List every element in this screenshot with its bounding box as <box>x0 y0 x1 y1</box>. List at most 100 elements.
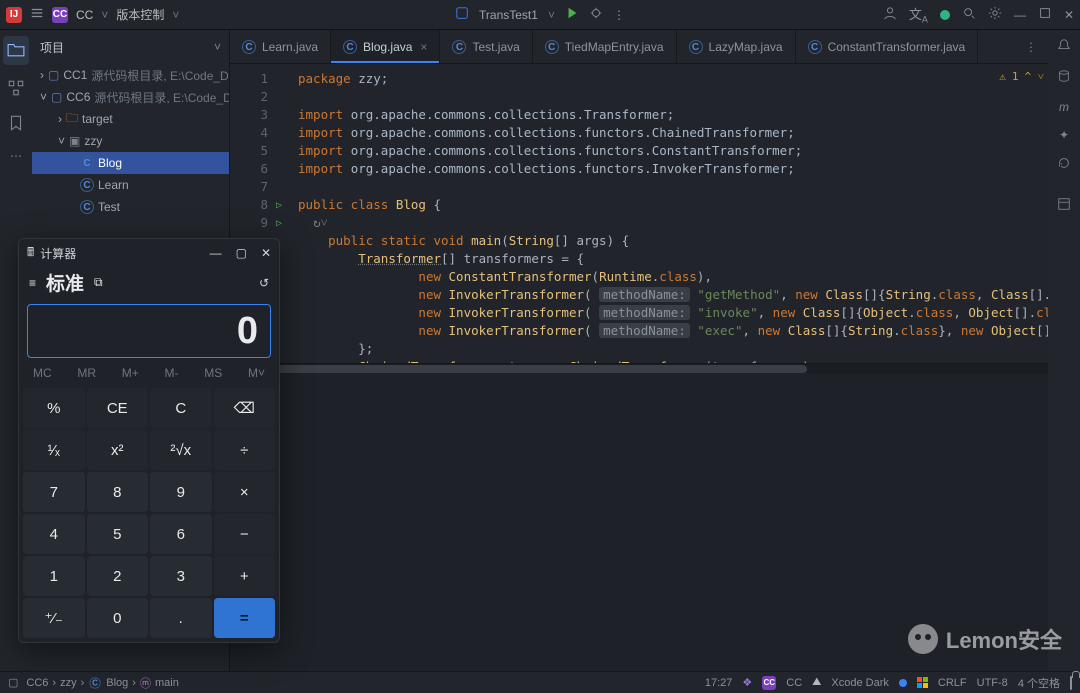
tab-constanttransformer[interactable]: CConstantTransformer.java <box>796 30 979 63</box>
tree-item-learn[interactable]: C Learn <box>32 174 229 196</box>
calc-key[interactable]: % <box>23 388 85 428</box>
calculator-keypad: %CEC⌫ ¹⁄ₓx²²√x÷ 789× 456− 123+ ⁺⁄₋0.= <box>19 384 279 642</box>
tab-learn[interactable]: CLearn.java <box>230 30 331 63</box>
calc-key[interactable]: 8 <box>87 472 149 512</box>
calculator-window[interactable]: 🖩 计算器 — ▢ ✕ ≡ 标准 ⧉ ↺ 0 MC MR M+ M- MS M˅ %CEC… <box>18 238 280 643</box>
calc-key[interactable]: ÷ <box>214 430 276 470</box>
bookmark-icon[interactable] <box>7 114 25 135</box>
chevron-down-icon[interactable]: ˅ <box>548 8 555 22</box>
status-theme[interactable]: Xcode Dark <box>831 677 888 689</box>
history-icon[interactable]: ↺ <box>259 276 269 290</box>
keep-on-top-icon[interactable]: ⧉ <box>94 275 103 290</box>
calc-key[interactable]: ¹⁄ₓ <box>23 430 85 470</box>
more-icon[interactable]: ⋯ <box>10 149 22 163</box>
lock-icon[interactable] <box>1070 677 1072 689</box>
class-icon: C <box>80 156 94 170</box>
layout-icon[interactable] <box>1057 197 1071 214</box>
vcs-menu[interactable]: 版本控制 <box>116 6 164 23</box>
horizontal-scrollbar[interactable] <box>230 363 1048 373</box>
ai-icon[interactable]: ✦ <box>1059 128 1069 142</box>
run-config-name[interactable]: TransTest1 <box>479 8 538 22</box>
database-icon[interactable] <box>1057 69 1071 86</box>
settings-icon[interactable] <box>988 6 1002 23</box>
calc-key[interactable]: . <box>150 598 212 638</box>
calc-key[interactable]: 9 <box>150 472 212 512</box>
code-content[interactable]: package zzy; import org.apache.commons.c… <box>276 64 1048 363</box>
cpu-icon[interactable]: ❖ <box>742 676 752 689</box>
tab-tiedmapentry[interactable]: CTiedMapEntry.java <box>533 30 677 63</box>
user-icon[interactable] <box>883 6 897 23</box>
calculator-mode: 标准 <box>46 269 84 296</box>
status-crlf[interactable]: CRLF <box>938 677 967 689</box>
close-icon[interactable]: ✕ <box>261 246 271 260</box>
calc-key[interactable]: CE <box>87 388 149 428</box>
more-icon[interactable]: ⋮ <box>613 8 625 22</box>
folder-icon[interactable] <box>3 36 29 65</box>
calc-key[interactable]: 4 <box>23 514 85 554</box>
watermark: Lemon安全 <box>908 623 1062 655</box>
hamburger-icon[interactable] <box>30 6 44 23</box>
calc-mem-m-[interactable]: M- <box>165 366 179 380</box>
status-indent[interactable]: 4 个空格 <box>1018 675 1060 691</box>
calc-key[interactable]: 1 <box>23 556 85 596</box>
calc-mem-ms[interactable]: MS <box>204 366 222 380</box>
tab-blog[interactable]: CBlog.java× <box>331 30 440 63</box>
calculator-titlebar[interactable]: 🖩 计算器 — ▢ ✕ <box>19 239 279 267</box>
tab-lazymap[interactable]: CLazyMap.java <box>677 30 796 63</box>
calc-key[interactable]: 0 <box>87 598 149 638</box>
inspection-status[interactable]: ⚠ 1 ^ ˅ <box>999 70 1044 83</box>
close-icon[interactable]: × <box>420 40 427 54</box>
minimize-icon[interactable]: — <box>1014 8 1026 22</box>
calc-mem-m˅[interactable]: M˅ <box>248 366 265 380</box>
tree-item-zzy[interactable]: ˅▣ zzy <box>32 130 229 152</box>
cc-badge-icon: CC <box>762 676 776 690</box>
structure-icon[interactable] <box>7 79 25 100</box>
chevron-down-icon[interactable]: ˅ <box>214 40 221 54</box>
code-area[interactable]: ⚠ 1 ^ ˅ 12345678▷9▷ package zzy; import … <box>230 64 1048 363</box>
calc-key[interactable]: ⌫ <box>214 388 276 428</box>
calc-mem-mr[interactable]: MR <box>77 366 96 380</box>
close-icon[interactable]: ✕ <box>1064 8 1074 22</box>
calc-key[interactable]: ⁺⁄₋ <box>23 598 85 638</box>
calc-key[interactable]: 7 <box>23 472 85 512</box>
search-icon[interactable] <box>962 6 976 23</box>
translate-icon[interactable]: 文A <box>909 4 928 25</box>
status-encoding[interactable]: UTF-8 <box>977 677 1008 689</box>
history-icon[interactable] <box>1057 156 1071 173</box>
calc-key[interactable]: 3 <box>150 556 212 596</box>
tree-item-test[interactable]: C Test <box>32 196 229 218</box>
chevron-down-icon[interactable]: ˅ <box>101 8 108 22</box>
tree-item-cc1[interactable]: ›▢ CC1 源代码根目录, E:\Code_Da <box>32 64 229 86</box>
status-dot-icon[interactable] <box>940 10 950 20</box>
calc-key[interactable]: × <box>214 472 276 512</box>
calc-key[interactable]: 6 <box>150 514 212 554</box>
status-cc[interactable]: CC <box>786 677 802 689</box>
calc-key[interactable]: 2 <box>87 556 149 596</box>
tree-item-cc6[interactable]: ˅▢ CC6 源代码根目录, E:\Code_Da <box>32 86 229 108</box>
calc-key[interactable]: ²√x <box>150 430 212 470</box>
maximize-icon[interactable]: ▢ <box>236 246 247 260</box>
maven-icon[interactable]: m <box>1059 100 1069 114</box>
maximize-icon[interactable] <box>1038 6 1052 23</box>
calc-mem-m+[interactable]: M+ <box>122 366 139 380</box>
minimize-icon[interactable]: — <box>210 246 222 260</box>
tree-item-target[interactable]: ›🗀 target <box>32 108 229 130</box>
calc-key[interactable]: = <box>214 598 276 638</box>
breadcrumb[interactable]: CC6 › zzy › CBlog › ⓜmain <box>26 675 178 691</box>
project-name[interactable]: CC <box>76 8 93 22</box>
chevron-down-icon[interactable]: ˅ <box>172 8 179 22</box>
calc-key[interactable]: x² <box>87 430 149 470</box>
project-tool-icon[interactable]: ▢ <box>8 676 18 689</box>
notifications-icon[interactable] <box>1057 38 1071 55</box>
more-icon[interactable]: ⋮ <box>1014 30 1048 63</box>
calc-key[interactable]: + <box>214 556 276 596</box>
calc-key[interactable]: − <box>214 514 276 554</box>
debug-icon[interactable] <box>589 6 603 23</box>
hamburger-icon[interactable]: ≡ <box>29 276 36 290</box>
tree-item-blog[interactable]: C Blog <box>32 152 229 174</box>
run-icon[interactable] <box>565 6 579 23</box>
calc-key[interactable]: 5 <box>87 514 149 554</box>
calc-key[interactable]: C <box>150 388 212 428</box>
calc-mem-mc[interactable]: MC <box>33 366 52 380</box>
tab-test[interactable]: CTest.java <box>440 30 532 63</box>
